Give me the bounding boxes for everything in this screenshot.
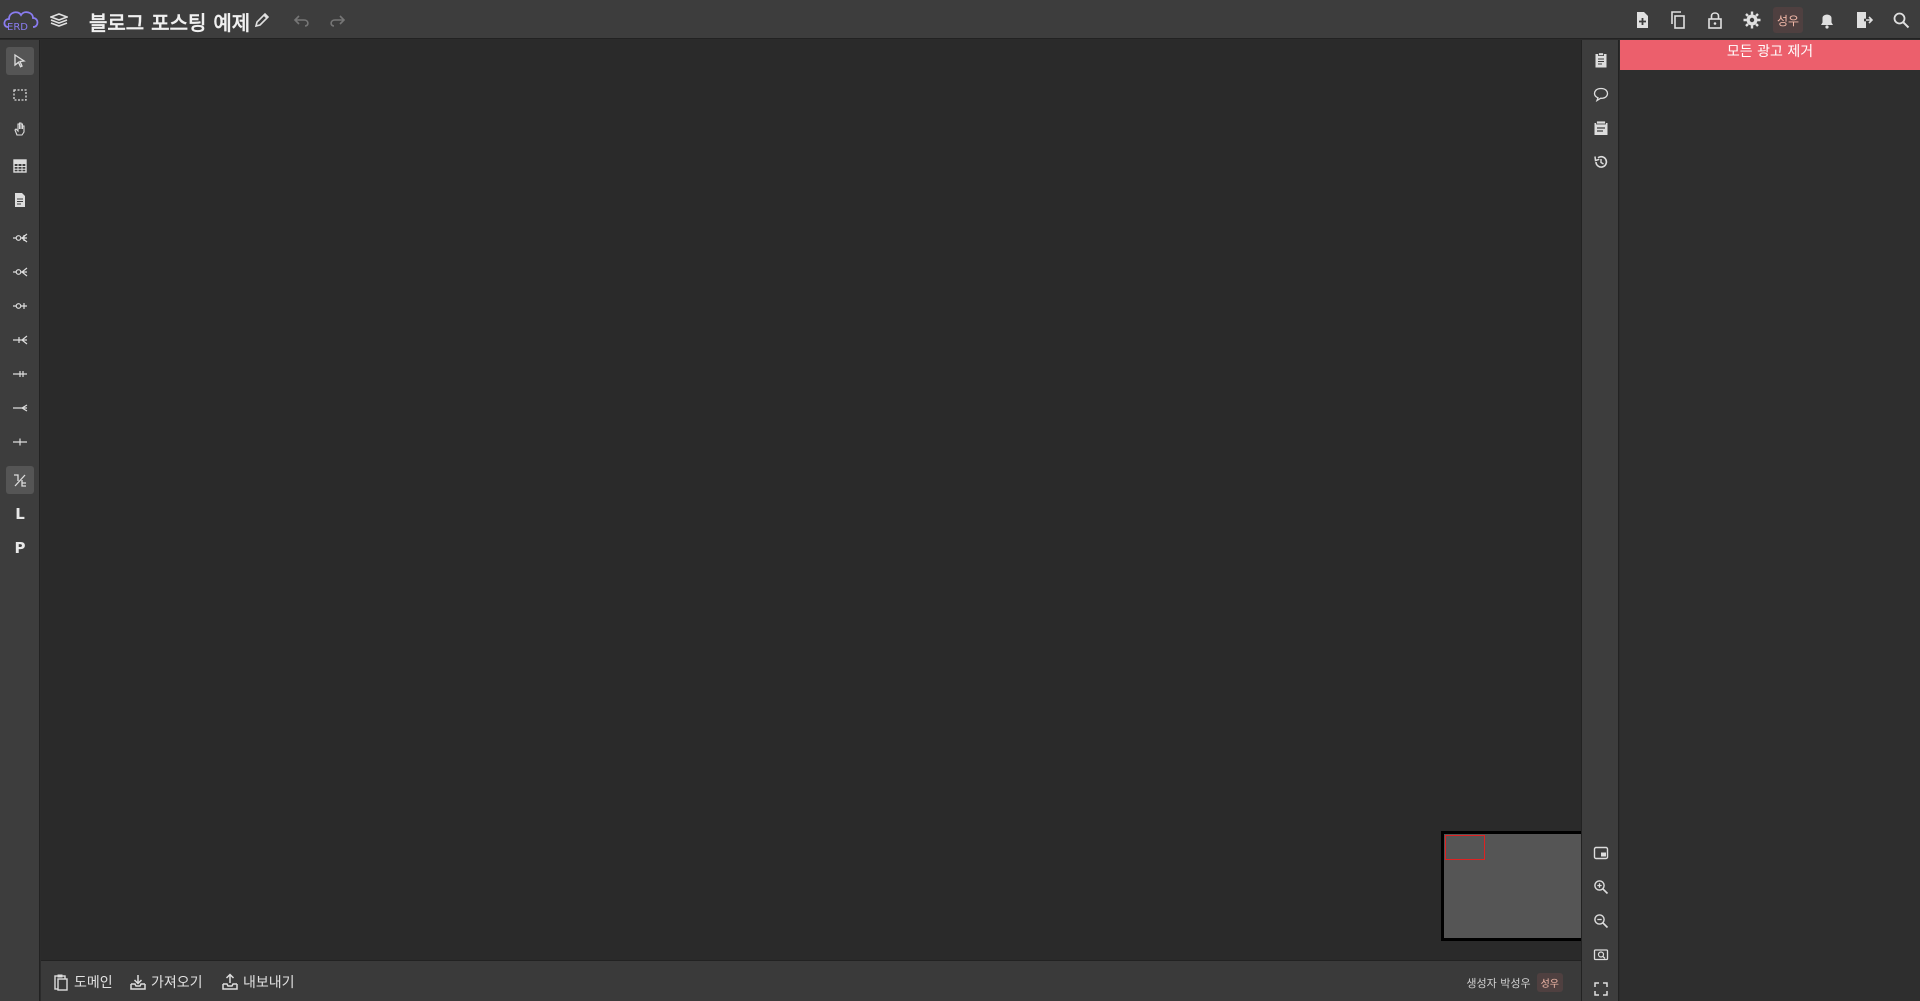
creator-avatar-badge: 성우	[1536, 973, 1563, 992]
bottom-bar: 도메인 가져오기 내보내기 생성자 박성우 성우	[41, 960, 1581, 1001]
undo-icon[interactable]	[291, 9, 313, 31]
fit-to-screen-icon[interactable]	[1590, 944, 1612, 966]
import-label: 가져오기	[151, 975, 203, 991]
zoom-out-icon[interactable]	[1590, 910, 1612, 932]
lock-icon[interactable]	[1704, 9, 1726, 31]
relation-one-tool[interactable]	[6, 428, 34, 456]
relation-many-tool[interactable]	[6, 394, 34, 422]
comment-bubble-icon[interactable]	[1590, 83, 1612, 105]
relation-one-icon	[13, 438, 27, 446]
relation-zero-many-tool[interactable]	[6, 258, 34, 286]
copy-icon[interactable]	[1667, 9, 1689, 31]
relation-zero-one-many-icon	[13, 233, 28, 243]
creator-label: 생성자 박성우	[1466, 976, 1531, 990]
zoom-in-icon[interactable]	[1590, 876, 1612, 898]
relation-zero-many-icon	[13, 267, 28, 277]
relation-one-only-icon	[13, 371, 27, 377]
relation-zero-one-many-tool[interactable]	[6, 224, 34, 252]
logical-label: L	[15, 505, 25, 523]
snapshot-archive-icon[interactable]	[1590, 117, 1612, 139]
right-toolbar	[1581, 40, 1619, 1001]
memo-tool[interactable]	[6, 186, 34, 214]
import-tray-icon	[130, 975, 146, 990]
relation-fraction-icon	[14, 474, 26, 487]
relation-one-many-tool[interactable]	[6, 326, 34, 354]
creator-info: 생성자 박성우 성우	[1466, 973, 1563, 992]
export-label: 내보내기	[243, 975, 295, 991]
minimap-viewport[interactable]	[1445, 835, 1485, 860]
top-bar: ERD 블로그 포스팅 예제 성우	[0, 0, 1920, 39]
dashed-rectangle-icon	[13, 89, 27, 101]
domain-button[interactable]: 도메인	[52, 972, 113, 992]
export-button[interactable]: 내보내기	[221, 972, 295, 992]
search-icon[interactable]	[1890, 9, 1912, 31]
edit-title-pencil-icon[interactable]	[251, 9, 273, 31]
area-select-tool[interactable]	[6, 81, 34, 109]
relation-one-only-tool[interactable]	[6, 360, 34, 388]
relation-many-icon	[13, 404, 28, 412]
pointer-icon	[14, 53, 26, 68]
clipboard-list-icon[interactable]	[1590, 49, 1612, 71]
minimap-toggle-icon[interactable]	[1590, 842, 1612, 864]
relation-shape-toggle-tool[interactable]	[6, 466, 34, 494]
exit-icon[interactable]	[1853, 9, 1875, 31]
user-avatar[interactable]: 성우	[1773, 7, 1803, 33]
table-icon	[13, 159, 27, 173]
remove-all-ads-button[interactable]: 모든 광고 제거	[1620, 40, 1920, 70]
ad-panel: 모든 광고 제거	[1620, 40, 1920, 1001]
notification-bell-icon[interactable]	[1816, 9, 1838, 31]
new-file-icon[interactable]	[1631, 9, 1653, 31]
cloud-logo-icon: ERD	[3, 11, 39, 33]
domain-label: 도메인	[74, 975, 113, 991]
logical-mode-tool[interactable]: L	[6, 500, 34, 528]
relation-one-many-icon	[13, 335, 28, 345]
settings-gear-icon[interactable]	[1741, 9, 1763, 31]
minimap[interactable]	[1441, 831, 1601, 941]
import-button[interactable]: 가져오기	[129, 972, 203, 992]
diagram-title: 블로그 포스팅 예제	[89, 11, 251, 35]
history-icon[interactable]	[1590, 151, 1612, 173]
diagram-canvas[interactable]	[41, 40, 1601, 960]
table-tool[interactable]	[6, 152, 34, 180]
hand-tool[interactable]	[6, 115, 34, 143]
redo-icon[interactable]	[326, 9, 348, 31]
fullscreen-icon[interactable]	[1590, 978, 1612, 1000]
physical-label: P	[14, 539, 26, 557]
memo-document-icon	[15, 193, 25, 207]
app-window: ERD 블로그 포스팅 예제 성우 L P 도메인 가져오기 내보내기 생성자 …	[0, 0, 1920, 1001]
svg-text:ERD: ERD	[7, 22, 28, 33]
left-toolbar: L P	[0, 40, 40, 1001]
layers-icon[interactable]	[48, 9, 70, 31]
select-pointer-tool[interactable]	[6, 47, 34, 75]
physical-mode-tool[interactable]: P	[6, 534, 34, 562]
hand-icon	[14, 122, 25, 136]
export-tray-icon	[222, 973, 238, 990]
clipboard-icon	[54, 974, 68, 991]
erdcloud-logo[interactable]: ERD	[2, 5, 40, 33]
relation-zero-one-icon	[13, 303, 27, 309]
relation-zero-one-tool[interactable]	[6, 292, 34, 320]
